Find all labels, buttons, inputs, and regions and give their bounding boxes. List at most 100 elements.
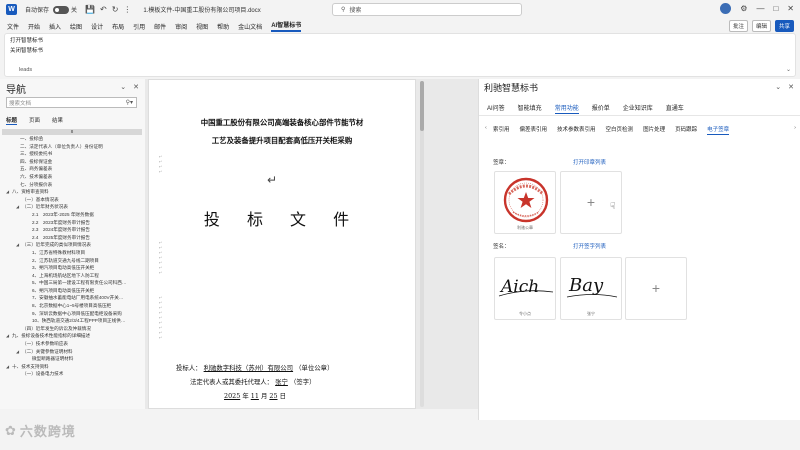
nav-heading-item[interactable]: 3、朔汽项目电动高低压开关柜: [2, 264, 142, 272]
chevron-down-icon[interactable]: ⌄: [120, 83, 126, 91]
tab-common-functions[interactable]: 常用功能: [554, 103, 579, 114]
tab-headings[interactable]: 标题: [6, 116, 18, 125]
maximize-icon[interactable]: □: [773, 4, 778, 13]
menu-draw[interactable]: 绘图: [70, 22, 82, 31]
close-icon[interactable]: ✕: [788, 83, 794, 91]
scrollbar-thumb[interactable]: [420, 81, 424, 131]
nav-heading-item[interactable]: 7、安徽抽水蓄能电站厂用电系统400V开关…: [2, 294, 142, 302]
menu-layout[interactable]: 布局: [112, 22, 124, 31]
open-bid-button[interactable]: 打开智慧标书: [10, 36, 43, 44]
nav-heading-label: 八、资格审查资料: [12, 189, 49, 195]
subtab-image-process[interactable]: 图片处理: [643, 125, 665, 135]
menu-mailings[interactable]: 邮件: [154, 22, 166, 31]
add-signature-card[interactable]: +: [625, 257, 687, 320]
collapse-ribbon-icon[interactable]: ⌄: [786, 66, 791, 73]
nav-heading-item[interactable]: 微型断路器证明材料: [2, 355, 142, 363]
tab-smart-fill[interactable]: 智能填充: [518, 103, 542, 114]
nav-heading-item[interactable]: 七、分项报价表: [2, 181, 142, 189]
nav-heading-item[interactable]: 五、商务偏差表: [2, 165, 142, 173]
nav-heading-item[interactable]: 二、法定代表人（单位负责人）身份证明: [2, 143, 142, 151]
avatar[interactable]: [720, 3, 732, 14]
chevron-left-icon[interactable]: ‹: [485, 125, 487, 131]
menu-review[interactable]: 审阅: [175, 22, 187, 31]
nav-heading-item[interactable]: 9、深圳云数据中心项目低压配电柜设备采购: [2, 310, 142, 318]
search-box[interactable]: ⚲ 搜索: [332, 3, 522, 16]
close-bid-button[interactable]: 关闭智慧标书: [10, 46, 43, 54]
subtab-page-tracking[interactable]: 页码跟踪: [675, 125, 697, 135]
tab-ai-qa[interactable]: AI问答: [487, 103, 505, 114]
menu-view[interactable]: 视图: [196, 22, 208, 31]
subtab-e-signature[interactable]: 电子签章: [707, 125, 730, 135]
seal-card[interactable]: 利驰公章: [494, 171, 556, 234]
nav-heading-item[interactable]: 8、北京数据中心1~5号楼项目高低压柜: [2, 302, 142, 310]
save-icon[interactable]: 💾: [85, 5, 95, 14]
nav-heading-item[interactable]: （一）设备电力技术: [2, 370, 142, 378]
nav-heading-item[interactable]: 10、陕西轨道交通2/3/4工程PPP项目正线供…: [2, 317, 142, 325]
open-signature-list-link[interactable]: 打开签字列表: [573, 242, 606, 250]
menu-references[interactable]: 引用: [133, 22, 145, 31]
share-button[interactable]: 共享: [774, 20, 794, 32]
minimize-icon[interactable]: —: [756, 4, 764, 13]
search-icon[interactable]: ⚲▾: [126, 99, 133, 106]
nav-heading-item[interactable]: 2.3 2024年度财务审计报告: [2, 226, 142, 234]
tab-results[interactable]: 结果: [52, 116, 63, 125]
subtab-index-ref[interactable]: 索引用: [493, 125, 510, 135]
nav-heading-label: 4、上海机场航站区地下人防工程: [32, 272, 99, 278]
settings-icon[interactable]: ⚙: [740, 4, 747, 13]
menu-home[interactable]: 开始: [28, 22, 40, 31]
tab-quotation[interactable]: 报价单: [592, 103, 610, 114]
open-seal-list-link[interactable]: 打开印章列表: [573, 158, 606, 166]
nav-heading-item[interactable]: ◢ 九、投标设备技术性能指标的详细描述: [2, 332, 142, 340]
undo-icon[interactable]: ↶: [100, 5, 107, 14]
nav-heading-item[interactable]: 6、朔汽项目电动高低压开关柜: [2, 287, 142, 295]
signature-card-2[interactable]: Bay 张宁: [560, 257, 622, 320]
subtab-deviation-ref[interactable]: 偏差表引用: [520, 125, 548, 135]
subtab-tech-param-ref[interactable]: 技术参数表引用: [557, 125, 596, 135]
nav-heading-item[interactable]: 2.4 2025年度财务审计报告: [2, 234, 142, 242]
redo-icon[interactable]: ↻: [112, 5, 119, 14]
nav-heading-item[interactable]: ◢ （三）近年完成的类似项目情况表: [2, 241, 142, 249]
nav-search-input[interactable]: 搜索文档 ⚲▾: [6, 97, 137, 108]
nav-heading-item[interactable]: ◢ （二）近年财务状况表: [2, 203, 142, 211]
nav-heading-item[interactable]: （一）技术参数响应表: [2, 340, 142, 348]
nav-heading-item[interactable]: 2、江苏轨道交通九号线二期项目: [2, 257, 142, 265]
more-icon[interactable]: ⋮: [123, 5, 131, 14]
close-icon[interactable]: ✕: [133, 83, 139, 91]
menu-ai-bid[interactable]: AI智慧标书: [271, 20, 302, 32]
tab-knowledge-base[interactable]: 企业知识库: [623, 103, 653, 114]
menu-insert[interactable]: 插入: [49, 22, 61, 31]
subtab-blank-page-check[interactable]: 空白页检测: [606, 125, 634, 135]
nav-heading-item[interactable]: ◢ （二）关键参数证明材料: [2, 348, 142, 356]
menu-kingsoft-docs[interactable]: 金山文档: [238, 22, 262, 31]
nav-heading-item[interactable]: （一）基本情况表: [2, 196, 142, 204]
menu-file[interactable]: 文件: [7, 22, 19, 31]
menu-design[interactable]: 设计: [91, 22, 103, 31]
nav-heading-item[interactable]: 三、授权委托书: [2, 150, 142, 158]
seal-section-label: 签章：: [493, 160, 510, 166]
nav-heading-item[interactable]: 一、投标函: [2, 135, 142, 143]
nav-heading-item[interactable]: 1、江苏省特殊教材科项目: [2, 249, 142, 257]
vertical-scrollbar[interactable]: [420, 81, 424, 407]
tab-express[interactable]: 直通车: [666, 103, 684, 114]
nav-heading-item[interactable]: 4、上海机场航站区地下人防工程: [2, 272, 142, 280]
comment-button[interactable]: 批注: [728, 20, 748, 32]
chevron-down-icon[interactable]: ⌄: [775, 83, 781, 91]
nav-heading-item[interactable]: 四、投标保证金: [2, 158, 142, 166]
menu-help[interactable]: 帮助: [217, 22, 229, 31]
nav-heading-label: 一、投标函: [20, 136, 43, 141]
bid-assistant-panel: 利驰智慧标书 ⌄ ✕ AI问答 智能填充 常用功能 报价单 企业知识库 直通车 …: [478, 79, 800, 420]
autosave-toggle[interactable]: [53, 5, 70, 14]
nav-heading-item[interactable]: ◢ 十、技术支持资料: [2, 363, 142, 371]
document-page[interactable]: 中国重工股份有限公司高端装备核心部件节能节材 工艺及装备提升项目配套高低压开关柜…: [148, 79, 416, 409]
nav-heading-item[interactable]: ◢ 八、资格审查资料: [2, 188, 142, 196]
nav-heading-item[interactable]: 2.2 2023年度财务审计报告: [2, 219, 142, 227]
signature-card-1[interactable]: Aich 令小点: [494, 257, 556, 320]
chevron-right-icon[interactable]: ›: [794, 125, 796, 131]
nav-heading-item[interactable]: 六、技术偏差表: [2, 173, 142, 181]
close-icon[interactable]: ✕: [787, 4, 794, 13]
nav-heading-item[interactable]: 5、中国三局第一建设工程有限责任公司科西…: [2, 279, 142, 287]
nav-heading-item[interactable]: （四）近年发生的诉讼及仲裁情况: [2, 325, 142, 333]
tab-pages[interactable]: 页面: [29, 116, 40, 125]
nav-heading-item[interactable]: 2.1 2023年-2025 年财务数据: [2, 211, 142, 219]
edit-mode-button[interactable]: 编辑: [751, 20, 771, 32]
